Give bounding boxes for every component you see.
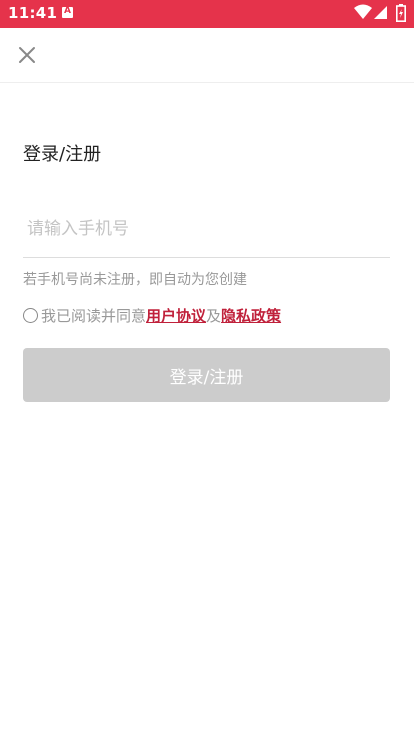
close-icon (19, 47, 35, 63)
privacy-policy-link[interactable]: 隐私政策 (221, 305, 281, 326)
signal-icon (374, 6, 387, 19)
agreement-prefix: 我已阅读并同意 (41, 306, 147, 325)
status-time: 11:41 (8, 4, 58, 22)
close-button[interactable] (12, 40, 42, 70)
register-hint: 若手机号尚未注册，即自动为您创建 (23, 272, 247, 288)
agreement-row: 我已阅读并同意 用户协议 及 隐私政策 (23, 304, 281, 326)
login-register-button[interactable]: 登录/注册 (23, 348, 390, 402)
page-title: 登录/注册 (23, 144, 102, 165)
user-agreement-link[interactable]: 用户协议 (146, 305, 206, 326)
status-bar: 11:41 A (0, 0, 414, 28)
agreement-connector: 及 (206, 306, 222, 325)
phone-number-input[interactable] (23, 207, 398, 251)
battery-charging-icon (396, 4, 406, 22)
wifi-icon (354, 4, 372, 19)
a-letter-icon: A (62, 6, 73, 18)
phone-input-wrapper (23, 207, 398, 258)
agreement-radio[interactable] (23, 307, 38, 323)
top-toolbar (0, 28, 414, 83)
